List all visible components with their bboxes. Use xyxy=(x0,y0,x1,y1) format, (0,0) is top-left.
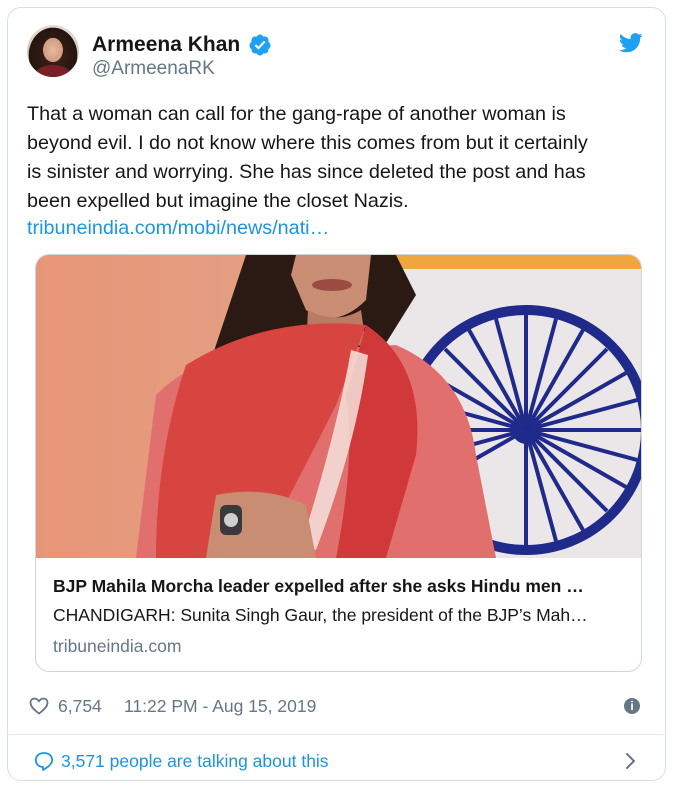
avatar[interactable] xyxy=(27,25,79,77)
link-preview-title[interactable]: BJP Mahila Morcha leader expelled after … xyxy=(53,575,584,597)
tweet-text-line: is sinister and worrying. She has since … xyxy=(27,161,586,183)
preview-photo-illustration xyxy=(136,255,641,558)
link-preview-description: CHANDIGARH: Sunita Singh Gaur, the presi… xyxy=(53,605,588,625)
link-preview-domain: tribuneindia.com xyxy=(53,636,182,656)
like-count[interactable]: 6,754 xyxy=(58,694,102,718)
tweet-timestamp[interactable]: 11:22 PM - Aug 15, 2019 xyxy=(124,694,316,718)
tweet-text: That a woman can call for the gang-rape … xyxy=(27,100,647,216)
tweet-url-link[interactable]: tribuneindia.com/mobi/news/nati… xyxy=(27,214,329,243)
chevron-right-icon[interactable] xyxy=(624,752,636,770)
twitter-bird-icon[interactable] xyxy=(619,33,643,53)
tweet-text-line: beyond evil. I do not know where this co… xyxy=(27,132,588,154)
verified-badge-icon xyxy=(249,34,271,56)
tweet-text-line: That a woman can call for the gang-rape … xyxy=(27,103,566,125)
speech-bubble-icon xyxy=(34,752,54,771)
link-preview-image[interactable] xyxy=(36,255,641,558)
tweet-text-line: been expelled but imagine the closet Naz… xyxy=(27,190,409,212)
link-preview-card[interactable]: BJP Mahila Morcha leader expelled after … xyxy=(35,254,642,672)
divider xyxy=(7,734,666,735)
heart-icon[interactable] xyxy=(29,697,49,715)
info-icon[interactable]: i xyxy=(624,698,640,714)
author-name[interactable]: Armeena Khan xyxy=(92,32,240,58)
link-preview-body[interactable]: BJP Mahila Morcha leader expelled after … xyxy=(36,558,641,671)
author-handle[interactable]: @ArmeenaRK xyxy=(92,58,215,80)
conversation-link[interactable]: 3,571 people are talking about this xyxy=(61,749,329,773)
